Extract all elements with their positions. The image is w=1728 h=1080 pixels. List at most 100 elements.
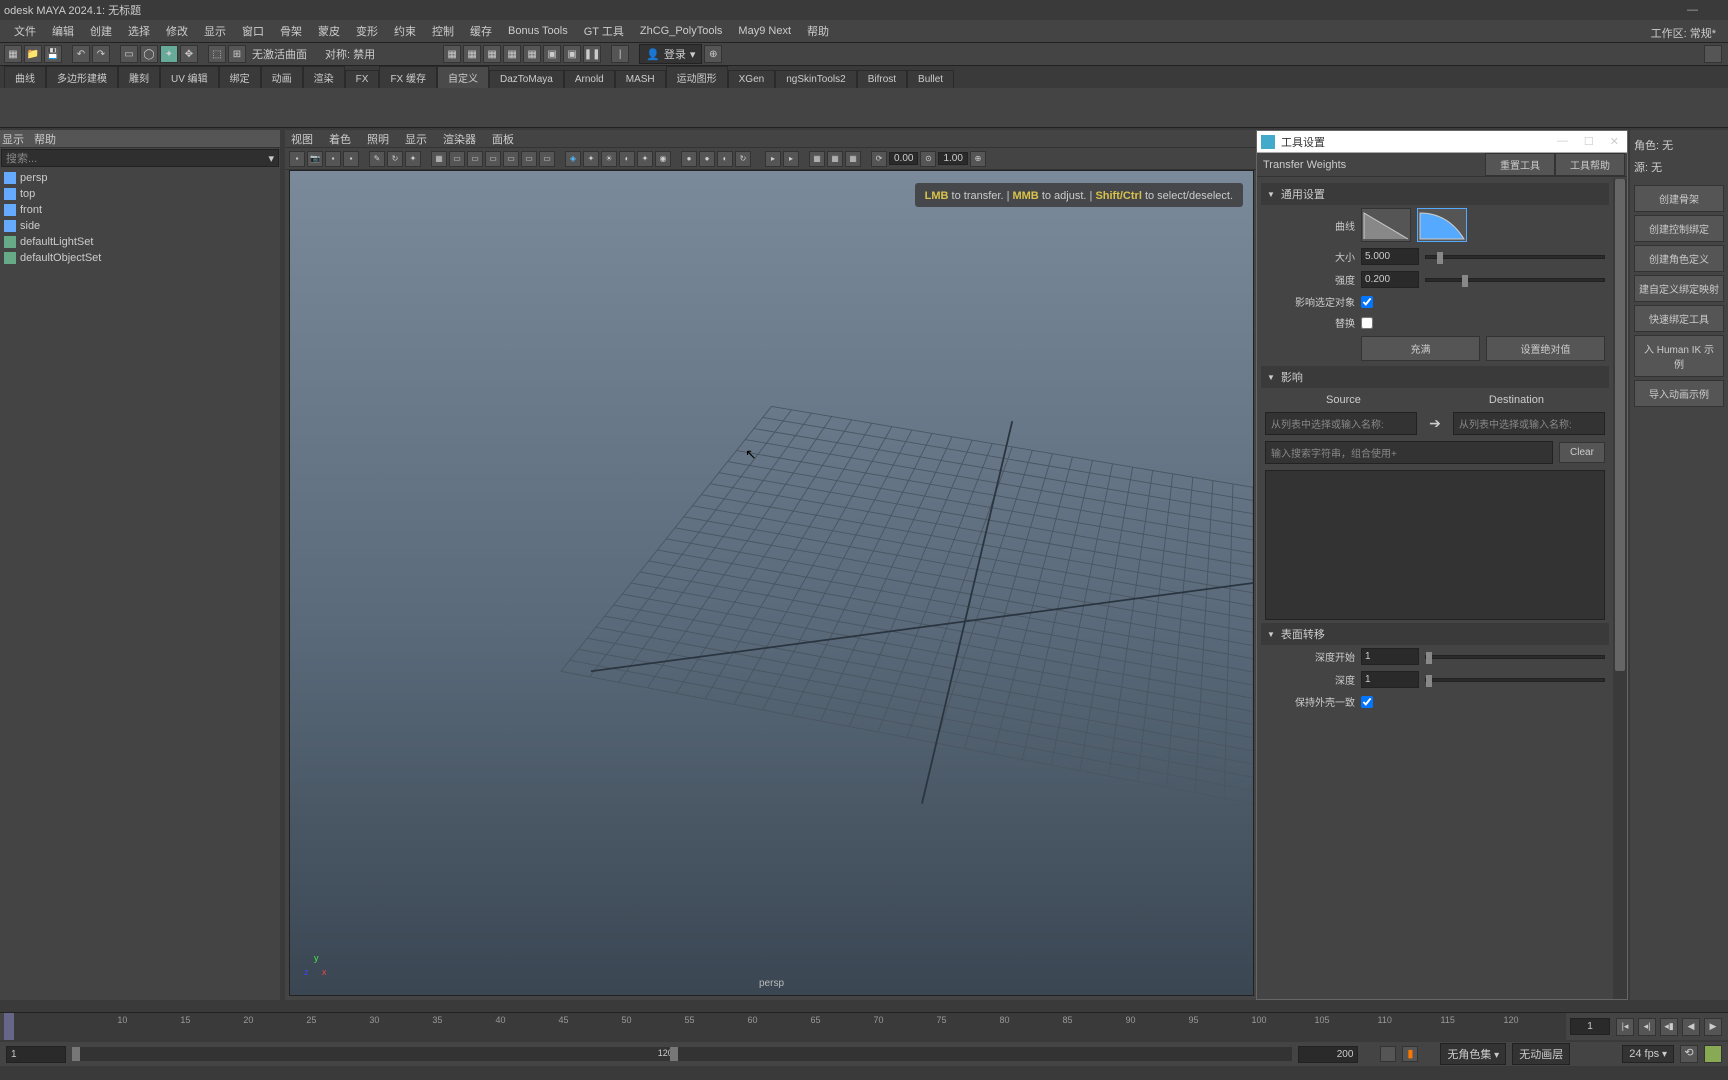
loop-icon[interactable]: ⟲ [1680, 1045, 1698, 1063]
play-fwd-icon[interactable]: ▶ [1704, 1018, 1722, 1036]
range-track[interactable]: 120 [72, 1047, 1292, 1061]
vp-icon[interactable]: ✦ [583, 151, 599, 167]
vp-menu-item[interactable]: 照明 [367, 131, 389, 147]
filter-input[interactable]: 输入搜索字符串，组合使用+ [1265, 441, 1553, 464]
vp-icon[interactable]: ▪ [325, 151, 341, 167]
vp-icon[interactable]: ↻ [735, 151, 751, 167]
shelf-options-icon[interactable] [1704, 45, 1722, 63]
menu-控制[interactable]: 控制 [424, 20, 462, 42]
menu-Bonus Tools[interactable]: Bonus Tools [500, 22, 576, 40]
shelf-tab[interactable]: ngSkinTools2 [775, 70, 856, 88]
menu-缓存[interactable]: 缓存 [462, 20, 500, 42]
set-absolute-button[interactable]: 设置绝对值 [1486, 336, 1605, 361]
strength-slider[interactable] [1425, 278, 1605, 282]
shelf-tab[interactable]: 雕刻 [118, 66, 160, 88]
play-back-icon[interactable]: ◀ [1682, 1018, 1700, 1036]
rigging-button[interactable]: 创建骨架 [1634, 185, 1724, 212]
section-surface[interactable]: 表面转移 [1261, 623, 1609, 645]
outliner-item[interactable]: side [0, 218, 280, 234]
open-icon[interactable]: 📁 [24, 45, 42, 63]
vp-menu-item[interactable]: 渲染器 [443, 131, 476, 147]
rigging-button[interactable]: 入 Human IK 示例 [1634, 335, 1724, 377]
autokey-icon[interactable] [1380, 1046, 1396, 1062]
outliner-item[interactable]: top [0, 186, 280, 202]
vp-icon[interactable]: ⊕ [970, 151, 986, 167]
section-influence[interactable]: 影响 [1261, 366, 1609, 388]
current-frame-field[interactable]: 1 [1570, 1018, 1610, 1035]
vp-icon[interactable]: ▭ [539, 151, 555, 167]
vp-icon[interactable]: ↻ [387, 151, 403, 167]
vp-icon[interactable]: ✎ [369, 151, 385, 167]
menu-选择[interactable]: 选择 [120, 20, 158, 42]
vp-icon[interactable]: ● [681, 151, 697, 167]
rigging-button[interactable]: 建自定义绑定映射 [1634, 275, 1724, 302]
shelf-tab[interactable]: XGen [728, 70, 776, 88]
menu-骨架[interactable]: 骨架 [272, 20, 310, 42]
tool-settings-titlebar[interactable]: 工具设置 — ☐ ✕ [1257, 131, 1627, 153]
menu-修改[interactable]: 修改 [158, 20, 196, 42]
camera-icon[interactable]: 📷 [307, 151, 323, 167]
vp-icon[interactable]: ▦ [809, 151, 825, 167]
menu-蒙皮[interactable]: 蒙皮 [310, 20, 348, 42]
fps-dropdown[interactable]: 24 fps ▾ [1622, 1045, 1674, 1063]
destination-dropdown[interactable]: 从列表中选择或输入名称: [1453, 412, 1605, 435]
minimize-icon[interactable]: — [1687, 4, 1698, 16]
shelf-tab[interactable]: 自定义 [437, 66, 489, 88]
vp-icon[interactable]: ▦ [827, 151, 843, 167]
rigging-button[interactable]: 创建角色定义 [1634, 245, 1724, 272]
character-set-dropdown[interactable]: 无角色集 ▾ [1440, 1043, 1506, 1065]
shelf-icon[interactable]: ▦ [443, 45, 461, 63]
vp-icon[interactable]: ▪ [289, 151, 305, 167]
menu-变形[interactable]: 变形 [348, 20, 386, 42]
menu-文件[interactable]: 文件 [6, 20, 44, 42]
pause-icon[interactable]: ❚❚ [583, 45, 601, 63]
reset-tool-button[interactable]: 重置工具 [1485, 153, 1555, 176]
vp-icon[interactable]: ▭ [503, 151, 519, 167]
shelf-tab[interactable]: UV 编辑 [160, 66, 219, 88]
menu-编辑[interactable]: 编辑 [44, 20, 82, 42]
vp-icon[interactable]: ▦ [845, 151, 861, 167]
vp-icon[interactable]: ▪ [343, 151, 359, 167]
menu-创建[interactable]: 创建 [82, 20, 120, 42]
shelf-tab[interactable]: 绑定 [219, 66, 261, 88]
flood-button[interactable]: 充满 [1361, 336, 1480, 361]
cube-icon[interactable]: ◈ [565, 151, 581, 167]
strength-input[interactable] [1361, 271, 1419, 288]
minimize-icon[interactable]: — [1557, 135, 1568, 148]
outliner-menu-display[interactable]: 显示 [2, 131, 24, 147]
time-ruler[interactable]: 1101520253035404550556065707580859095100… [4, 1013, 1566, 1040]
vp-menu-item[interactable]: 视图 [291, 131, 313, 147]
replace-checkbox[interactable] [1361, 317, 1373, 329]
go-start-icon[interactable]: |◂ [1616, 1018, 1634, 1036]
undo-icon[interactable]: ↶ [72, 45, 90, 63]
shelf-tab[interactable]: 运动图形 [666, 66, 728, 88]
size-slider[interactable] [1425, 255, 1605, 259]
vp-icon[interactable]: ▭ [485, 151, 501, 167]
shelf-tab[interactable]: Bifrost [857, 70, 907, 88]
shelf-icon[interactable]: ▦ [483, 45, 501, 63]
menu-May9 Next[interactable]: May9 Next [730, 22, 799, 40]
paint-select-icon[interactable]: ✦ [160, 45, 178, 63]
affect-checkbox[interactable] [1361, 296, 1373, 308]
section-general[interactable]: 通用设置 [1261, 183, 1609, 205]
symmetry-label[interactable]: 对称: 禁用 [321, 46, 379, 62]
rigging-button[interactable]: 快速绑定工具 [1634, 305, 1724, 332]
vp-icon[interactable]: ● [699, 151, 715, 167]
pref-icon[interactable] [1704, 1045, 1722, 1063]
shelf-tab[interactable]: 渲染 [303, 66, 345, 88]
vp-menu-item[interactable]: 着色 [329, 131, 351, 147]
vp-num2[interactable]: 1.00 [938, 152, 967, 165]
curve-option-1[interactable] [1361, 208, 1411, 242]
outliner-item[interactable]: front [0, 202, 280, 218]
close-icon[interactable]: ✕ [1610, 135, 1619, 148]
menu-GT 工具[interactable]: GT 工具 [576, 20, 632, 42]
clear-button[interactable]: Clear [1559, 442, 1605, 463]
menu-显示[interactable]: 显示 [196, 20, 234, 42]
source-dropdown[interactable]: 从列表中选择或输入名称: [1265, 412, 1417, 435]
step-back-icon[interactable]: ◂| [1638, 1018, 1656, 1036]
shelf-icon[interactable]: ▦ [523, 45, 541, 63]
key-back-icon[interactable]: ◂▮ [1660, 1018, 1678, 1036]
snap2-icon[interactable]: ⊞ [228, 45, 246, 63]
move-icon[interactable]: ✥ [180, 45, 198, 63]
curve-option-2[interactable] [1417, 208, 1467, 242]
